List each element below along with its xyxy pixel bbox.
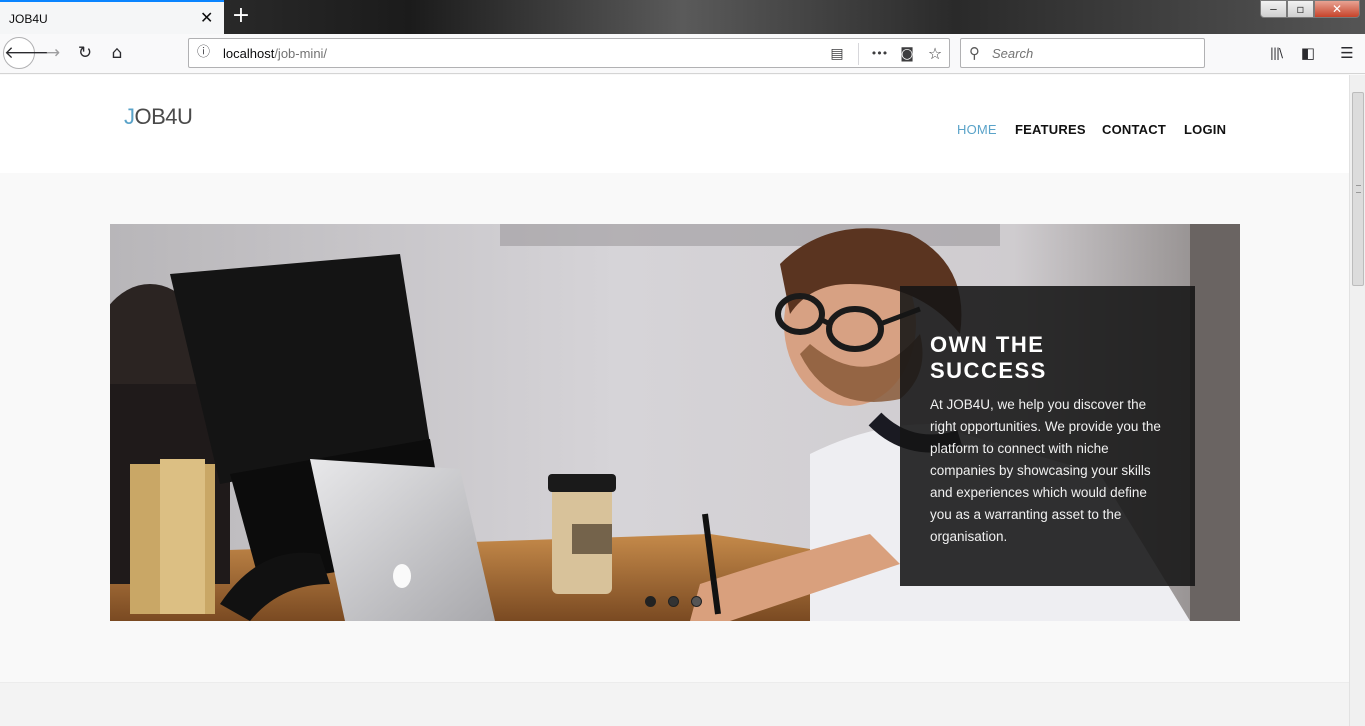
- hero-description: At JOB4U, we help you discover the right…: [930, 397, 1161, 544]
- reload-button[interactable]: ↻: [69, 37, 101, 69]
- site-logo[interactable]: JOB4U: [124, 104, 193, 130]
- tab-title: JOB4U: [9, 12, 48, 26]
- search-bar[interactable]: ⚲ Search: [960, 38, 1205, 68]
- close-icon: ✕: [1331, 2, 1343, 16]
- bookmark-star-icon[interactable]: ☆: [925, 44, 945, 64]
- tab-close-icon[interactable]: ✕: [200, 10, 213, 26]
- home-icon: ⌂: [111, 43, 123, 63]
- reader-view-icon[interactable]: ▤: [827, 44, 847, 64]
- window-close-button[interactable]: ✕: [1314, 0, 1360, 18]
- hero-slider[interactable]: OWN THE SUCCESS At JOB4U, we help you di…: [110, 224, 1240, 621]
- nav-home-link[interactable]: HOME: [957, 122, 997, 137]
- window-minimize-button[interactable]: ‒: [1260, 0, 1287, 18]
- url-path: /job-mini/: [274, 46, 328, 61]
- next-section: [0, 682, 1349, 726]
- hero-title: OWN THE SUCCESS: [930, 332, 1047, 383]
- slider-dot-3[interactable]: [691, 596, 702, 607]
- search-icon: ⚲: [969, 44, 980, 62]
- search-placeholder: Search: [992, 46, 1034, 61]
- home-button[interactable]: ⌂: [101, 37, 133, 69]
- forward-button[interactable]: →: [37, 37, 69, 69]
- site-header: JOB4U HOME FEATURES CONTACT LOGIN: [0, 75, 1349, 173]
- browser-titlebar: JOB4U ✕ + ‒ ▫ ✕: [0, 0, 1365, 34]
- nav-login-link[interactable]: LOGIN: [1184, 122, 1226, 137]
- logo-text: OB4U: [134, 104, 193, 129]
- maximize-icon: ▫: [1296, 2, 1305, 16]
- library-icon[interactable]: |||\: [1265, 41, 1287, 65]
- logo-accent: J: [124, 104, 135, 129]
- url-divider: [858, 43, 859, 65]
- menu-icon[interactable]: ☰: [1336, 41, 1358, 65]
- nav-contact-link[interactable]: CONTACT: [1102, 122, 1166, 137]
- sidebar-icon[interactable]: ◧: [1297, 41, 1319, 65]
- nav-features-link[interactable]: FEATURES: [1015, 122, 1086, 137]
- slider-dot-2[interactable]: [668, 596, 679, 607]
- arrow-right-icon: →: [45, 43, 61, 63]
- reload-icon: ↻: [77, 43, 93, 63]
- url-text[interactable]: localhost/job-mini/: [223, 46, 327, 61]
- scrollbar-grip: [1356, 185, 1361, 193]
- minimize-icon: ‒: [1269, 2, 1278, 16]
- browser-tab[interactable]: JOB4U ✕: [0, 0, 224, 34]
- hero-caption: OWN THE SUCCESS At JOB4U, we help you di…: [900, 286, 1195, 586]
- url-bar[interactable]: ⓘ localhost/job-mini/ ▤ ••• ◙ ☆: [188, 38, 950, 68]
- window-maximize-button[interactable]: ▫: [1287, 0, 1314, 18]
- slider-dot-1[interactable]: [645, 596, 656, 607]
- page-scrollbar[interactable]: [1349, 75, 1365, 726]
- url-host: localhost: [223, 46, 275, 61]
- back-button[interactable]: 🡐: [3, 37, 50, 69]
- browser-toolbar: 🡐 → ↻ ⌂ ⓘ localhost/job-mini/ ▤ ••• ◙ ☆ …: [0, 34, 1365, 74]
- new-tab-button[interactable]: +: [230, 4, 252, 28]
- scrollbar-thumb[interactable]: [1352, 92, 1364, 286]
- pocket-icon[interactable]: ◙: [897, 44, 917, 64]
- more-actions-icon[interactable]: •••: [869, 44, 889, 64]
- info-icon[interactable]: ⓘ: [197, 45, 213, 61]
- page-viewport: JOB4U HOME FEATURES CONTACT LOGIN OWN TH…: [0, 75, 1349, 726]
